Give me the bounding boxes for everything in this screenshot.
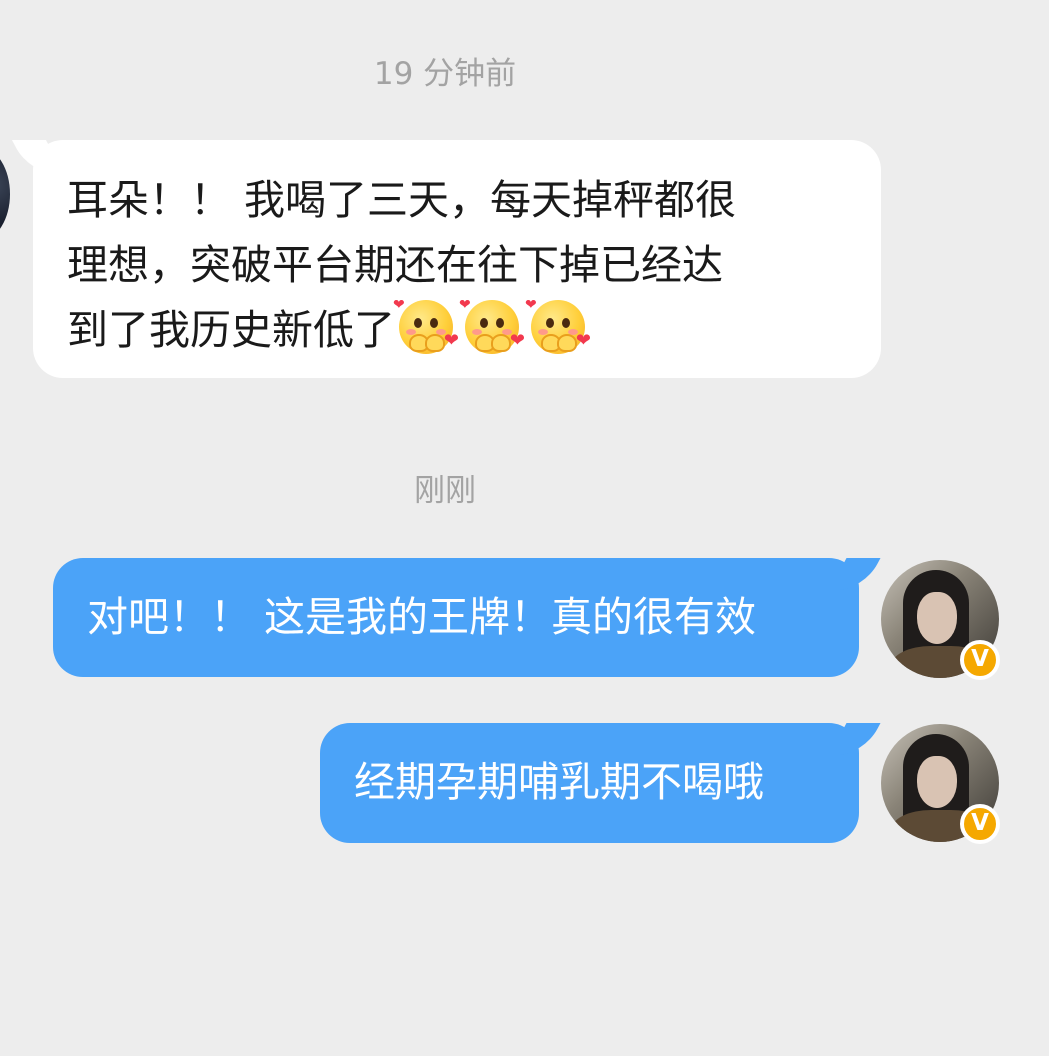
message-line: 理想，突破平台期还在往下掉已经达 — [67, 241, 723, 289]
shy-face-emoji-icon: ❤ ❤ — [459, 297, 525, 354]
incoming-message-bubble[interactable]: 耳朵！！ 我喝了三天，每天掉秤都很 理想，突破平台期还在往下掉已经达 到了我历史… — [33, 140, 881, 378]
timestamp: 刚刚 — [414, 473, 476, 509]
shy-face-emoji-icon: ❤ ❤ — [393, 297, 459, 354]
timestamp: 19 分钟前 — [373, 56, 517, 92]
message-line: 耳朵！！ 我喝了三天，每天掉秤都很 — [67, 176, 737, 224]
verified-badge-icon: V — [960, 804, 1000, 844]
outgoing-message-bubble[interactable]: 对吧！！ 这是我的王牌！真的很有效 — [53, 558, 859, 677]
outgoing-message-bubble[interactable]: 经期孕期哺乳期不喝哦 — [320, 723, 859, 843]
avatar-face — [917, 592, 957, 644]
sender-avatar[interactable] — [0, 148, 10, 240]
message-text: 经期孕期哺乳期不喝哦 — [354, 758, 764, 806]
message-text: 对吧！！ 这是我的王牌！真的很有效 — [87, 593, 757, 641]
avatar-face — [917, 756, 957, 808]
verified-badge-icon: V — [960, 640, 1000, 680]
shy-face-emoji-icon: ❤ ❤ — [525, 297, 591, 354]
message-line: 到了我历史新低了 ❤ ❤ ❤ ❤ ❤ ❤ — [67, 297, 591, 354]
